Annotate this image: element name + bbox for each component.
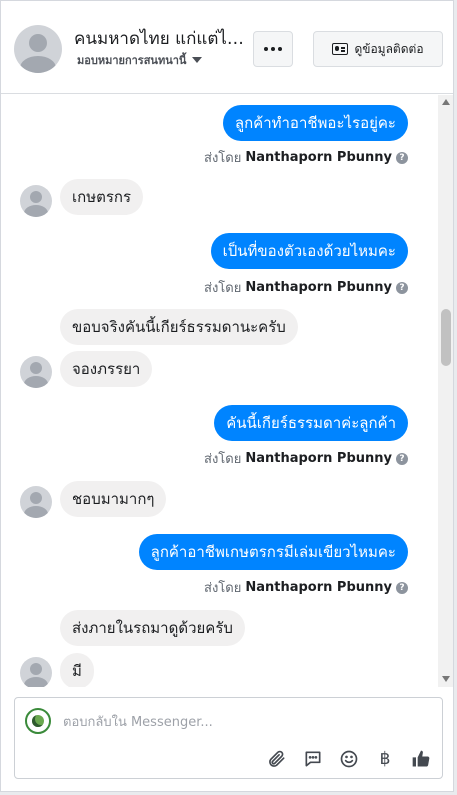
sender-avatar[interactable] (20, 356, 52, 388)
message-bubble-incoming: ขอบจริงคันนี้เกียร์ธรรมดานะครับ (60, 309, 298, 345)
sent-by-line: ส่งโดย Nanthaporn Pbunny ? (204, 277, 408, 298)
sender-avatar[interactable] (20, 486, 52, 518)
sent-by-line: ส่งโดย Nanthaporn Pbunny ? (204, 577, 408, 598)
sender-avatar[interactable] (20, 657, 52, 687)
payment-baht-icon[interactable]: ฿ (374, 748, 396, 770)
message-list[interactable]: ลูกค้าทำอาชีพอะไรอยู่คะ ส่งโดย Nanthapor… (1, 95, 438, 687)
emoji-smiley-icon[interactable] (338, 748, 360, 770)
help-icon[interactable]: ? (396, 452, 408, 465)
thumbs-up-icon[interactable] (410, 748, 432, 770)
page-logo-avatar (25, 708, 51, 734)
message-bubble-incoming: ชอบมามากๆ (60, 481, 167, 517)
messenger-panel: คนมหาดไทย แก่แต่ไฟ... มอบหมายการสนทนานี้… (0, 0, 454, 792)
more-icon (264, 47, 268, 51)
sent-by-prefix: ส่งโดย (204, 281, 242, 296)
saved-replies-chat-icon[interactable] (302, 748, 324, 770)
contact-name[interactable]: คนมหาดไทย แก่แต่ไฟ... (74, 25, 252, 52)
help-icon[interactable]: ? (396, 151, 408, 164)
view-contact-info-label: ดูข้อมูลติดต่อ (354, 41, 424, 56)
sent-by-line: ส่งโดย Nanthaporn Pbunny ? (204, 448, 408, 469)
message-bubble-incoming: ส่งภายในรถมาดูด้วยครับ (60, 610, 245, 646)
assign-conversation-label: มอบหมายการสนทนานี้ (77, 54, 187, 67)
sent-by-prefix: ส่งโดย (204, 151, 242, 166)
contact-avatar[interactable] (14, 25, 62, 73)
sender-name: Nanthaporn Pbunny (245, 580, 392, 595)
help-icon[interactable]: ? (396, 281, 408, 294)
view-contact-info-button[interactable]: ดูข้อมูลติดต่อ (313, 31, 443, 67)
sent-by-prefix: ส่งโดย (204, 452, 242, 467)
scroll-thumb[interactable] (441, 309, 451, 366)
sender-name: Nanthaporn Pbunny (245, 280, 392, 295)
attachment-paperclip-icon[interactable] (266, 748, 288, 770)
message-bubble-incoming: จองภรรยา (60, 351, 153, 387)
reply-composer: ฿ (14, 697, 443, 779)
help-icon[interactable]: ? (396, 581, 408, 594)
message-bubble-outgoing: เป็นที่ของตัวเองด้วยไหมคะ (210, 233, 408, 269)
message-bubble-outgoing: ลูกค้าทำอาชีพอะไรอยู่คะ (222, 105, 408, 141)
sender-name: Nanthaporn Pbunny (245, 451, 392, 466)
caret-down-icon (192, 57, 203, 63)
sent-by-prefix: ส่งโดย (204, 581, 242, 596)
composer-toolbar: ฿ (266, 748, 432, 770)
assign-conversation-dropdown[interactable]: มอบหมายการสนทนานี้ (77, 51, 203, 69)
sent-by-line: ส่งโดย Nanthaporn Pbunny ? (204, 147, 408, 168)
message-bubble-outgoing: ลูกค้าอาชีพเกษตรกรมีเล่มเขียวไหมคะ (138, 534, 408, 570)
more-options-button[interactable] (253, 31, 293, 67)
contact-card-icon (332, 43, 349, 55)
sender-avatar[interactable] (20, 185, 52, 217)
chat-scrollbar[interactable] (438, 95, 453, 687)
sender-name: Nanthaporn Pbunny (245, 150, 392, 165)
message-bubble-incoming: เกษตรกร (60, 179, 144, 215)
message-bubble-outgoing: คันนี้เกียร์ธรรมดาค่ะลูกค้า (214, 405, 408, 441)
conversation-header: คนมหาดไทย แก่แต่ไฟ... มอบหมายการสนทนานี้… (1, 1, 453, 94)
scroll-down-arrow-icon[interactable] (442, 676, 450, 682)
reply-input[interactable] (63, 712, 423, 732)
message-bubble-incoming: มี (60, 653, 94, 687)
scroll-up-arrow-icon[interactable] (442, 99, 450, 105)
